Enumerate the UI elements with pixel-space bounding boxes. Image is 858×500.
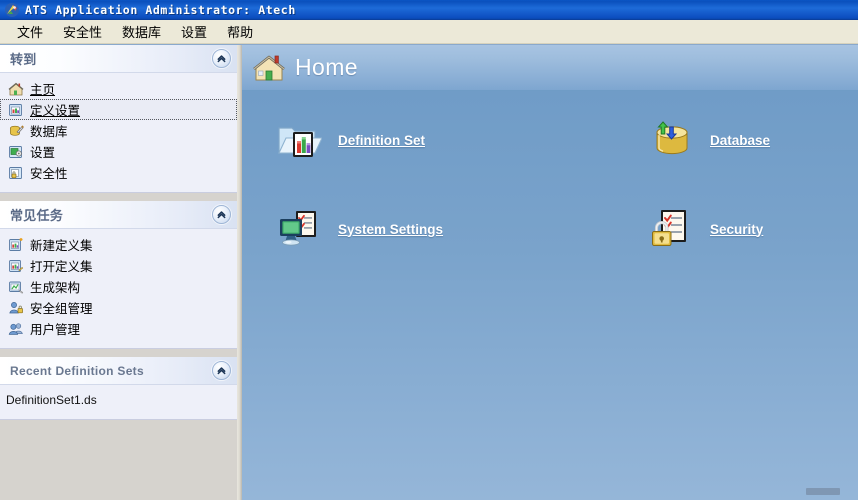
sidebar-item-database-label: 数据库 <box>30 125 68 139</box>
chevron-up-icon[interactable] <box>212 361 231 380</box>
main-content: Home Definition Set Database System Sett… <box>242 45 858 500</box>
tile-database[interactable]: Database <box>636 117 770 163</box>
new-definition-icon <box>8 237 24 253</box>
sidebar-item-new-definition-set-label: 新建定义集 <box>30 239 93 253</box>
content-header: Home <box>242 45 858 91</box>
sidebar-item-new-definition-set[interactable]: 新建定义集 <box>0 234 237 255</box>
definition-set-small-icon <box>8 102 24 118</box>
panel-title-recent: Recent Definition Sets <box>10 363 144 378</box>
sidebar-item-database[interactable]: 数据库 <box>0 120 237 141</box>
sidebar-item-security-group-management-label: 安全组管理 <box>30 302 93 316</box>
menu-security[interactable]: 安全性 <box>54 20 111 43</box>
menu-file[interactable]: 文件 <box>8 20 52 43</box>
menu-bar: 文件 安全性 数据库 设置 帮助 <box>0 20 858 44</box>
title-bar: ATS Application Administrator: Atech <box>0 0 858 20</box>
security-group-icon <box>8 300 24 316</box>
recent-definition-set-item[interactable]: DefinitionSet1.ds <box>0 390 237 410</box>
application-window: ATS Application Administrator: Atech 文件 … <box>0 0 858 500</box>
panel-body-goto: 主页 定义设置 数据库 设置 安全性 <box>0 73 237 192</box>
sidebar-panel-common-tasks: 常见任务 新建定义集 打开定义集 生成架构 安全组管理 用户管理 <box>0 201 237 349</box>
user-management-icon <box>8 321 24 337</box>
sidebar-empty-area <box>0 428 237 500</box>
panel-header-common-tasks: 常见任务 <box>0 201 237 229</box>
tile-security-label: Security <box>710 221 764 237</box>
definition-set-icon <box>276 117 323 163</box>
sidebar-item-user-management-label: 用户管理 <box>30 323 81 337</box>
page-title: Home <box>295 54 358 80</box>
sidebar-item-definition-set-label: 定义设置 <box>30 104 81 118</box>
security-icon <box>648 206 694 252</box>
panel-title-common-tasks: 常见任务 <box>10 208 64 223</box>
window-title: ATS Application Administrator: Atech <box>25 2 296 17</box>
open-definition-icon <box>8 258 24 274</box>
sidebar-item-security-group-management[interactable]: 安全组管理 <box>0 297 237 318</box>
workspace: 转到 主页 定义设置 数据库 设置 安全性 常见任务 新建定义集 打开定义集 生… <box>0 45 858 500</box>
panel-header-recent: Recent Definition Sets <box>0 357 237 385</box>
panel-header-goto: 转到 <box>0 45 237 73</box>
sidebar-item-generate-schema-label: 生成架构 <box>30 281 81 295</box>
home-icon <box>252 52 286 84</box>
sidebar-item-settings-label: 设置 <box>30 146 56 160</box>
tile-system-settings[interactable]: System Settings <box>256 206 636 252</box>
status-indicator <box>806 488 840 495</box>
sidebar-item-home-label: 主页 <box>30 83 56 97</box>
panel-body-recent: DefinitionSet1.ds <box>0 385 237 419</box>
tile-security[interactable]: Security <box>636 206 763 252</box>
tile-row: Definition Set Database <box>256 117 844 163</box>
home-small-icon <box>8 81 24 97</box>
menu-settings[interactable]: 设置 <box>172 20 216 43</box>
chevron-up-icon[interactable] <box>212 49 231 68</box>
sidebar-item-security-label: 安全性 <box>30 167 68 181</box>
tile-database-label: Database <box>710 132 771 148</box>
sidebar: 转到 主页 定义设置 数据库 设置 安全性 常见任务 新建定义集 打开定义集 生… <box>0 45 237 500</box>
tile-definition-set[interactable]: Definition Set <box>256 117 636 163</box>
sidebar-item-security[interactable]: 安全性 <box>0 162 237 183</box>
sidebar-item-user-management[interactable]: 用户管理 <box>0 318 237 339</box>
system-settings-icon <box>276 206 322 252</box>
sidebar-panel-recent-definition-sets: Recent Definition Sets DefinitionSet1.ds <box>0 357 237 420</box>
app-icon <box>4 2 20 18</box>
sidebar-item-generate-schema[interactable]: 生成架构 <box>0 276 237 297</box>
sidebar-item-home[interactable]: 主页 <box>0 78 237 99</box>
tile-system-settings-label: System Settings <box>338 221 444 237</box>
sidebar-item-definition-set[interactable]: 定义设置 <box>0 99 237 120</box>
tile-row: System Settings Security <box>256 206 844 252</box>
sidebar-panel-goto: 转到 主页 定义设置 数据库 设置 安全性 <box>0 45 237 193</box>
generate-schema-icon <box>8 279 24 295</box>
sidebar-item-open-definition-set-label: 打开定义集 <box>30 260 93 274</box>
tiles-grid: Definition Set Database System Settings … <box>242 105 858 307</box>
sidebar-item-open-definition-set[interactable]: 打开定义集 <box>0 255 237 276</box>
menu-database[interactable]: 数据库 <box>113 20 170 43</box>
database-icon <box>648 117 694 163</box>
chevron-up-icon[interactable] <box>212 205 231 224</box>
panel-body-common-tasks: 新建定义集 打开定义集 生成架构 安全组管理 用户管理 <box>0 229 237 348</box>
panel-title-goto: 转到 <box>10 52 37 67</box>
database-small-icon <box>8 123 24 139</box>
tile-definition-set-label: Definition Set <box>338 132 425 148</box>
menu-help[interactable]: 帮助 <box>218 20 262 43</box>
security-small-icon <box>8 165 24 181</box>
sidebar-item-settings[interactable]: 设置 <box>0 141 237 162</box>
settings-small-icon <box>8 144 24 160</box>
